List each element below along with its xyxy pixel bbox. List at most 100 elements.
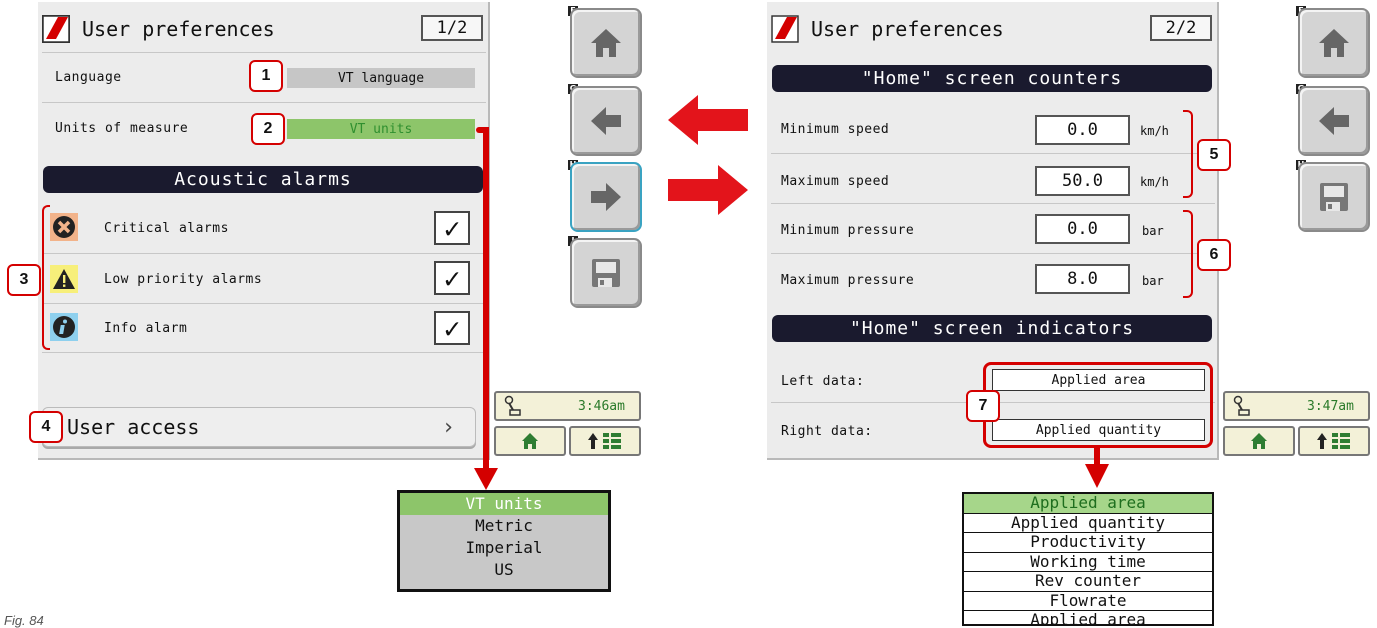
- badge-5: 5: [1197, 139, 1231, 171]
- home-status-button[interactable]: [1223, 426, 1295, 456]
- check-icon: ✓: [443, 211, 461, 245]
- unit-label: bar: [1142, 224, 1164, 238]
- page-title: User preferences: [811, 17, 1004, 41]
- save-icon: [1320, 183, 1348, 211]
- badge-4: 4: [29, 411, 63, 443]
- list-item[interactable]: Working time: [964, 551, 1212, 572]
- list-item[interactable]: VT units: [400, 493, 608, 515]
- list-item[interactable]: Productivity: [964, 532, 1212, 552]
- divider: [42, 102, 486, 103]
- badge-7: 7: [966, 390, 1000, 422]
- menu-status-button[interactable]: [1298, 426, 1370, 456]
- badge-3: 3: [7, 264, 41, 296]
- alarm-label: Low priority alarms: [104, 272, 263, 287]
- unit-label: bar: [1142, 274, 1164, 288]
- user-access-button[interactable]: User access ›: [42, 407, 476, 447]
- callout-line: [483, 127, 489, 470]
- units-value: VT units: [349, 121, 413, 137]
- divider: [771, 153, 1215, 154]
- alarm-label: Critical alarms: [104, 221, 229, 236]
- unit-label: km/h: [1140, 124, 1169, 138]
- alarm-label: Info alarm: [104, 321, 188, 336]
- home-button[interactable]: [570, 8, 642, 78]
- home-icon: [1251, 433, 1267, 449]
- save-button[interactable]: [1298, 162, 1370, 232]
- menu-status-button[interactable]: [569, 426, 641, 456]
- divider: [771, 203, 1215, 204]
- right-data-label: Right data:: [781, 424, 873, 439]
- check-icon: ✓: [443, 261, 461, 295]
- joystick-icon: [504, 395, 521, 416]
- units-field[interactable]: VT units: [287, 119, 475, 139]
- badge-6: 6: [1197, 239, 1231, 271]
- units-label: Units of measure: [55, 121, 189, 136]
- min-speed-input[interactable]: 0.0: [1035, 115, 1130, 145]
- unit-label: km/h: [1140, 175, 1169, 189]
- home-status-button[interactable]: [494, 426, 566, 456]
- critical-alarms-checkbox[interactable]: ✓: [434, 211, 470, 245]
- home-icon: [591, 29, 621, 57]
- pressure-bracket: [1183, 210, 1193, 298]
- min-pressure-label: Minimum pressure: [781, 223, 915, 238]
- back-button[interactable]: [1298, 86, 1370, 156]
- list-item[interactable]: US: [400, 559, 608, 581]
- save-icon: [592, 259, 620, 287]
- indicators-callout-box: [983, 362, 1213, 448]
- language-field[interactable]: VT language: [287, 68, 475, 88]
- info-icon: [50, 313, 78, 341]
- up-menu-icon: [1317, 433, 1350, 449]
- arrow-left-icon: [1319, 107, 1349, 135]
- user-access-label: User access: [67, 415, 200, 439]
- max-pressure-input[interactable]: 8.0: [1035, 264, 1130, 294]
- min-speed-label: Minimum speed: [781, 122, 890, 137]
- speed-bracket: [1183, 110, 1193, 198]
- arrow-down-icon: [1085, 464, 1109, 488]
- divider: [42, 253, 486, 254]
- chevron-right-icon: ›: [441, 414, 455, 440]
- critical-x-icon: [50, 213, 78, 241]
- low-priority-alarms-checkbox[interactable]: ✓: [434, 261, 470, 295]
- divider: [42, 352, 486, 353]
- list-item[interactable]: Flowrate: [964, 590, 1212, 611]
- counters-header: "Home" screen counters: [772, 65, 1212, 92]
- page-indicator: 1/2: [421, 15, 483, 41]
- badge-2: 2: [251, 113, 285, 145]
- badge-1: 1: [249, 60, 283, 92]
- arrow-down-icon: [474, 468, 498, 490]
- page-title: User preferences: [82, 17, 275, 41]
- forward-button[interactable]: [570, 162, 642, 232]
- alarms-bracket: [42, 205, 50, 350]
- arrow-left-icon: [591, 107, 621, 135]
- units-options-list: VT units Metric Imperial US: [397, 490, 611, 592]
- list-item[interactable]: Applied area: [964, 494, 1212, 513]
- brand-logo-icon: [42, 15, 70, 43]
- joystick-icon: [1233, 395, 1250, 416]
- info-alarm-checkbox[interactable]: ✓: [434, 311, 470, 345]
- max-speed-label: Maximum speed: [781, 174, 890, 189]
- list-item[interactable]: Imperial: [400, 537, 608, 559]
- max-speed-input[interactable]: 50.0: [1035, 166, 1130, 196]
- check-icon: ✓: [443, 311, 461, 345]
- page-indicator: 2/2: [1150, 15, 1212, 41]
- home-button[interactable]: [1298, 8, 1370, 78]
- divider: [42, 303, 486, 304]
- home-icon: [522, 433, 538, 449]
- brand-logo-icon: [771, 15, 799, 43]
- data-options-list: Applied area Applied quantity Productivi…: [962, 492, 1214, 626]
- language-label: Language: [55, 70, 122, 85]
- list-item[interactable]: Rev counter: [964, 571, 1212, 591]
- clock-time: 3:47am: [1307, 399, 1354, 414]
- divider: [771, 253, 1215, 254]
- divider: [42, 52, 486, 53]
- clock-time: 3:46am: [578, 399, 625, 414]
- save-button[interactable]: [570, 238, 642, 308]
- list-item[interactable]: Applied quantity: [964, 512, 1212, 533]
- big-left-arrow-icon: [668, 95, 748, 145]
- left-data-label: Left data:: [781, 374, 865, 389]
- arrow-right-icon: [591, 183, 621, 211]
- list-item[interactable]: Metric: [400, 515, 608, 537]
- min-pressure-input[interactable]: 0.0: [1035, 214, 1130, 244]
- up-menu-icon: [588, 433, 621, 449]
- list-item[interactable]: Applied area: [964, 610, 1212, 624]
- back-button[interactable]: [570, 86, 642, 156]
